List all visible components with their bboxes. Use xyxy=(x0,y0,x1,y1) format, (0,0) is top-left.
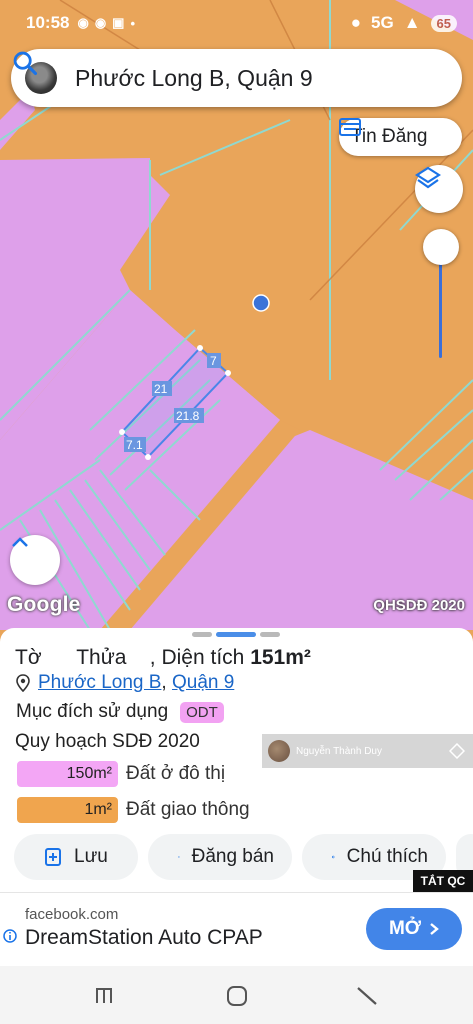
status-time: 10:58 xyxy=(26,13,70,32)
save-label: Lưu xyxy=(74,846,108,867)
dim-label-bottom: 7.1 xyxy=(126,438,143,452)
listing-icon xyxy=(339,118,361,136)
dim-label-right: 21.8 xyxy=(176,409,200,423)
messenger-icon: ◉ xyxy=(77,15,89,30)
watermark-logo-icon xyxy=(449,743,465,759)
ad-banner[interactable]: facebook.com DreamStation Auto CPAP MỞ xyxy=(0,892,473,966)
location-status-icon: ● xyxy=(350,13,362,32)
purpose-badge: ODT xyxy=(180,701,224,723)
purpose-label: Mục đích sử dụng xyxy=(16,701,169,722)
messenger-icon-2: ◉ xyxy=(94,15,107,30)
back-icon[interactable] xyxy=(355,984,379,1008)
plan-heading: Quy hoạch SDĐ 2020 xyxy=(15,731,200,752)
ad-open-button[interactable]: MỞ xyxy=(366,908,462,950)
search-text[interactable]: Phước Long B, Quận 9 xyxy=(75,65,313,92)
watermark-avatar xyxy=(268,740,290,762)
layer-name-label: QHSDĐ 2020 xyxy=(373,597,465,614)
ward-link[interactable]: Phước Long B xyxy=(38,672,161,694)
watermark-name: Nguyễn Thành Duy xyxy=(296,745,382,757)
tin-dang-button[interactable]: Tin Đăng xyxy=(339,118,462,156)
legend-button-label: Chú thích xyxy=(346,846,428,867)
parcel-area: 151m² xyxy=(250,646,311,669)
signal-icon: ▲ xyxy=(403,13,421,32)
parcel-address: Phước Long B , Quận 9 xyxy=(16,672,234,694)
google-logo: Google xyxy=(7,593,81,616)
save-button[interactable]: Lưu xyxy=(14,834,138,880)
chevron-right-icon xyxy=(430,923,439,935)
opacity-slider-thumb[interactable] xyxy=(423,229,459,265)
location-dot xyxy=(252,294,270,312)
search-bar[interactable]: Phước Long B, Quận 9 xyxy=(11,49,462,107)
ad-open-label: MỞ xyxy=(388,918,422,939)
legend-row-residential: 150m² Đất ở đô thị xyxy=(17,761,225,787)
chevron-up-icon xyxy=(12,537,28,547)
listing-icon xyxy=(178,856,180,858)
search-icon[interactable] xyxy=(11,49,39,77)
contrast-icon xyxy=(332,855,335,859)
sheet-handle[interactable] xyxy=(192,632,280,637)
parcel-title: Tờ Thửa , Diện tích 151m² xyxy=(15,646,311,670)
user-watermark: Nguyễn Thành Duy xyxy=(262,734,473,768)
action-row: Lưu Đăng bán Chú thích xyxy=(14,834,473,880)
network-label: 5G xyxy=(371,13,394,32)
legend-area-value: 150m² xyxy=(17,761,118,787)
info-sheet[interactable]: Tờ Thửa , Diện tích 151m² Phước Long B ,… xyxy=(0,628,473,893)
dot-icon: • xyxy=(130,15,136,31)
home-icon[interactable] xyxy=(225,984,249,1008)
land-purpose: Mục đích sử dụng ODT xyxy=(16,701,224,723)
save-icon xyxy=(45,848,61,866)
status-bar: 10:58 ◉ ◉ ▣ • ● 5G ▲ 65 xyxy=(0,0,473,46)
dim-label-left: 21 xyxy=(154,382,168,396)
expand-up-button[interactable] xyxy=(10,535,60,585)
info-icon[interactable] xyxy=(3,929,17,943)
parcel-title-prefix: Tờ Thửa , Diện tích xyxy=(15,646,251,669)
location-pin-icon xyxy=(16,674,30,692)
close-ad-button[interactable]: TẮT QC xyxy=(413,870,473,892)
recent-apps-icon[interactable] xyxy=(92,984,116,1008)
app-icon: ▣ xyxy=(112,15,125,30)
opacity-slider-track[interactable] xyxy=(439,250,442,358)
notification-icons: ◉ ◉ ▣ • xyxy=(77,15,135,31)
legend-label: Đất giao thông xyxy=(126,799,250,820)
tin-dang-label: Tin Đăng xyxy=(351,126,428,147)
post-sale-button[interactable]: Đăng bán xyxy=(148,834,292,880)
legend-row-transport: 1m² Đất giao thông xyxy=(17,797,250,823)
layers-button[interactable] xyxy=(415,165,463,213)
legend-area-value: 1m² xyxy=(17,797,118,823)
layers-icon xyxy=(415,166,441,189)
map-view[interactable]: 7 21 21.8 7.1 10:58 ◉ ◉ ▣ • ● 5G ▲ 65 Ph… xyxy=(0,0,473,630)
dim-label-top: 7 xyxy=(210,354,217,368)
system-nav-bar xyxy=(0,966,473,1024)
legend-label: Đất ở đô thị xyxy=(126,763,226,784)
ad-title[interactable]: DreamStation Auto CPAP xyxy=(25,926,263,950)
district-link[interactable]: Quận 9 xyxy=(172,672,234,694)
battery-badge: 65 xyxy=(430,14,457,32)
post-sale-label: Đăng bán xyxy=(191,846,274,867)
ad-domain: facebook.com xyxy=(25,906,119,923)
